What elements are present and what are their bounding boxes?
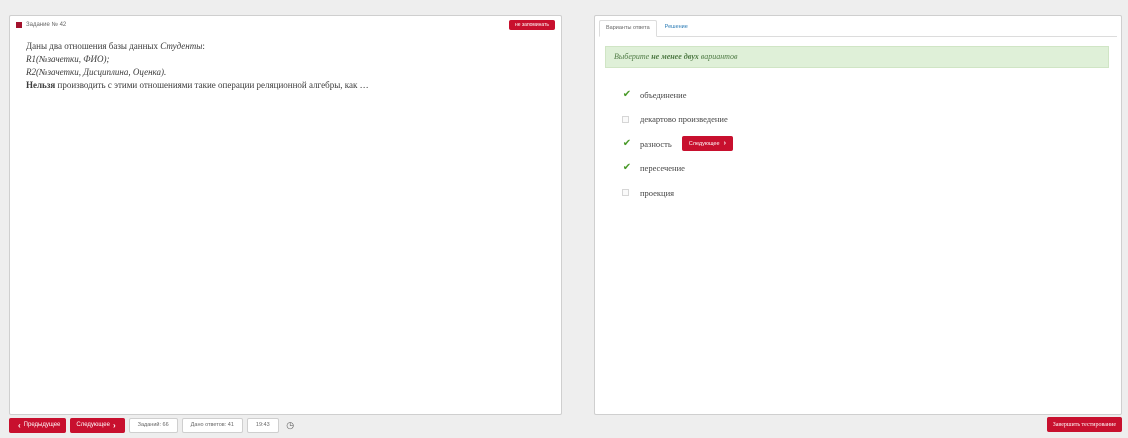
previous-button[interactable]: ‹ Предыдущее xyxy=(9,417,67,433)
task-marker-icon xyxy=(16,22,22,28)
option-projection[interactable]: проекция xyxy=(622,187,733,198)
checkbox-empty-icon xyxy=(622,189,629,196)
option-label: проекция xyxy=(640,187,675,198)
finish-test-button[interactable]: Завершить тестирование xyxy=(1046,417,1122,432)
task-number: Задание № 42 xyxy=(26,22,67,28)
option-label: разность xyxy=(640,138,672,149)
chevron-left-icon: ‹ xyxy=(18,420,21,430)
option-label: объединение xyxy=(640,89,687,100)
task-header: Задание № 42 xyxy=(16,22,66,28)
tab-solution[interactable]: Решение xyxy=(659,20,694,36)
chevron-right-icon: › xyxy=(112,420,116,430)
question-text: Даны два отношения базы данных Студенты:… xyxy=(26,40,546,92)
checkbox-empty-icon xyxy=(622,115,629,123)
no-remember-button[interactable]: не запоминать xyxy=(508,20,555,30)
selection-hint: Выберите не менее двух вариантов xyxy=(605,46,1109,68)
inline-next-button[interactable]: Следующее › xyxy=(681,136,733,151)
check-icon: ✔ xyxy=(622,162,632,173)
check-icon: ✔ xyxy=(622,88,632,100)
answer-tabs: Варианты ответа Решение xyxy=(599,20,1117,37)
check-icon: ✔ xyxy=(622,137,632,149)
question-line-3: R2(№зачетки, Дисциплина, Оценка). xyxy=(26,67,167,77)
option-union[interactable]: ✔ объединение xyxy=(622,89,733,100)
option-difference[interactable]: ✔ разность Следующее › xyxy=(622,136,733,151)
question-line-2: R1(№зачетки, ФИО); xyxy=(26,54,110,64)
clock-icon[interactable]: ◷ xyxy=(283,418,298,433)
bottom-toolbar: ‹ Предыдущее Следующее › Заданий: 66 Дан… xyxy=(9,417,298,433)
timer: 19:43 xyxy=(246,417,279,433)
question-line-1: Даны два отношения базы данных Студенты: xyxy=(26,41,205,51)
option-intersection[interactable]: ✔ пересечение xyxy=(622,163,733,174)
question-panel: Задание № 42 не запоминать Даны два отно… xyxy=(9,15,562,415)
next-button[interactable]: Следующее › xyxy=(70,417,125,433)
option-label: пересечение xyxy=(640,163,685,173)
answered-count: Дано ответов: 41 xyxy=(181,417,243,433)
answer-options: ✔ объединение декартово произведение ✔ р… xyxy=(622,89,733,212)
option-cartesian-product[interactable]: декартово произведение xyxy=(622,114,733,125)
answer-panel: Варианты ответа Решение Выберите не мене… xyxy=(594,15,1122,415)
tasks-count: Заданий: 66 xyxy=(128,417,178,433)
option-label: декартово произведение xyxy=(640,114,728,124)
tab-answer-options[interactable]: Варианты ответа xyxy=(599,20,657,37)
question-line-4: Нельзя производить с этими отношениями т… xyxy=(26,80,369,90)
chevron-right-icon: › xyxy=(723,140,726,147)
